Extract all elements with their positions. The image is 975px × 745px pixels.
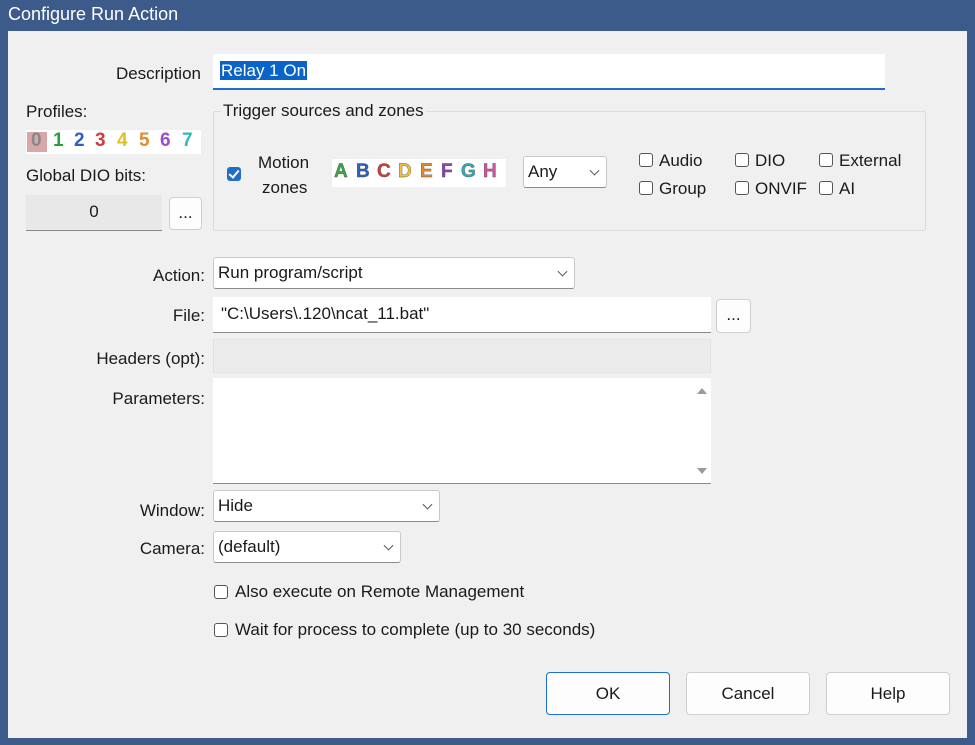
scroll-up-arrow-icon[interactable] [697, 388, 707, 394]
ai-checkbox[interactable] [819, 181, 833, 195]
zone-a[interactable]: A [334, 161, 348, 183]
camera-label: Camera: [139, 539, 205, 558]
action-value: Run program/script [218, 263, 363, 282]
ai-label: AI [839, 179, 856, 198]
audio-checkbox[interactable] [639, 153, 653, 167]
remote-management-label: Also execute on Remote Management [235, 582, 525, 601]
file-label: File: [172, 306, 205, 325]
zone-e[interactable]: E [420, 161, 433, 183]
headers-field[interactable] [213, 339, 711, 373]
action-label: Action: [153, 266, 205, 285]
action-dropdown[interactable]: Run program/script [213, 257, 575, 289]
window-label: Window: [139, 501, 205, 520]
wait-process-label: Wait for process to complete (up to 30 s… [235, 620, 596, 639]
file-field[interactable]: "C:\Users\.120\ncat_11.bat" [213, 297, 711, 333]
motion-label: Motion [258, 153, 310, 172]
profile-6[interactable]: 6 [160, 130, 171, 152]
zones-label: zones [262, 178, 308, 197]
profile-7[interactable]: 7 [182, 130, 193, 152]
window-dropdown[interactable]: Hide [213, 490, 440, 522]
zone-mode-dropdown[interactable]: Any [523, 156, 607, 188]
group-label: Group [659, 179, 707, 198]
cancel-button[interactable]: Cancel [686, 672, 810, 715]
onvif-label: ONVIF [755, 179, 807, 198]
window-value: Hide [218, 496, 253, 515]
trigger-group-title: Trigger sources and zones [221, 101, 426, 121]
zone-b[interactable]: B [356, 161, 370, 183]
camera-dropdown[interactable]: (default) [213, 531, 401, 563]
dio-label: DIO [755, 151, 786, 170]
camera-value: (default) [218, 537, 281, 556]
parameters-label: Parameters: [112, 389, 205, 408]
group-checkbox[interactable] [639, 181, 653, 195]
description-value: Relay 1 On [220, 61, 308, 80]
global-dio-label: Global DIO bits: [26, 166, 146, 185]
parameters-field[interactable] [213, 378, 711, 484]
zone-g[interactable]: G [461, 161, 476, 183]
profiles-selector[interactable]: 0 1 2 3 4 5 6 7 [26, 130, 201, 154]
audio-label: Audio [659, 151, 703, 170]
profile-4[interactable]: 4 [117, 130, 128, 152]
motion-zones-checkbox[interactable] [227, 167, 241, 181]
window-title: Configure Run Action [0, 0, 975, 30]
onvif-checkbox[interactable] [735, 181, 749, 195]
profile-5[interactable]: 5 [139, 130, 150, 152]
zone-f[interactable]: F [441, 161, 453, 183]
external-label: External [839, 151, 902, 170]
parameters-scrollbar[interactable] [695, 378, 709, 482]
wait-process-checkbox[interactable] [214, 623, 228, 637]
help-button[interactable]: Help [826, 672, 950, 715]
description-label: Description [115, 64, 201, 83]
chevron-down-icon [557, 266, 568, 277]
profile-0[interactable]: 0 [31, 130, 42, 152]
profile-3[interactable]: 3 [95, 130, 106, 152]
zone-selector[interactable]: A B C D E F G H [332, 159, 506, 187]
chevron-down-icon [589, 165, 600, 176]
remote-management-checkbox[interactable] [214, 585, 228, 599]
profile-1[interactable]: 1 [53, 130, 64, 152]
chevron-down-icon [422, 499, 433, 510]
external-checkbox[interactable] [819, 153, 833, 167]
file-browse-button[interactable]: ... [716, 299, 751, 333]
ok-button[interactable]: OK [546, 672, 670, 715]
dio-checkbox[interactable] [735, 153, 749, 167]
profiles-label: Profiles: [26, 102, 88, 121]
headers-label: Headers (opt): [96, 349, 205, 368]
scroll-down-arrow-icon[interactable] [697, 468, 707, 474]
profile-2[interactable]: 2 [74, 130, 85, 152]
global-dio-browse-button[interactable]: ... [169, 197, 202, 230]
dialog-body: Description Relay 1 On Profiles: 0 1 2 3… [8, 31, 967, 738]
zone-d[interactable]: D [398, 161, 412, 183]
zone-mode-value: Any [528, 162, 558, 181]
zone-c[interactable]: C [377, 161, 391, 183]
global-dio-field[interactable]: 0 [26, 195, 162, 231]
chevron-down-icon [383, 540, 394, 551]
description-field[interactable]: Relay 1 On [213, 54, 885, 90]
zone-h[interactable]: H [483, 161, 497, 183]
